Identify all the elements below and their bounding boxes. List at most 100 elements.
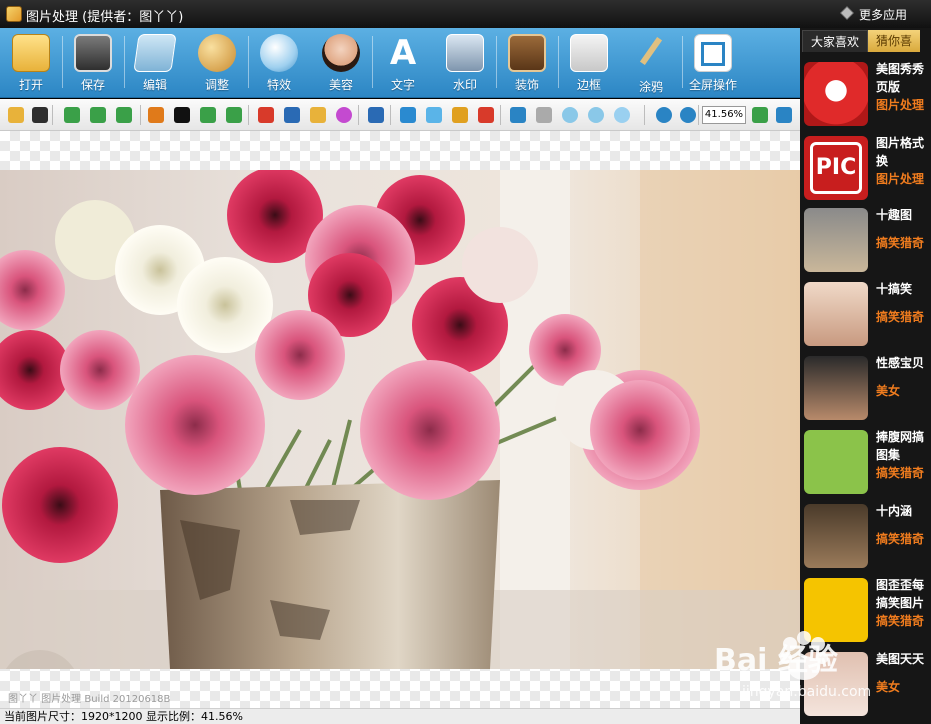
redo-icon[interactable]	[90, 107, 106, 123]
zoom-out-icon[interactable]	[680, 107, 696, 123]
arrow-right-icon[interactable]	[226, 107, 242, 123]
neihan-thumb[interactable]	[804, 504, 868, 568]
refresh-icon[interactable]	[116, 107, 132, 123]
open-small-icon[interactable]	[8, 107, 24, 123]
stamp-icon	[446, 34, 484, 72]
toolbar-button-label: 边框	[576, 78, 601, 92]
app-list-item[interactable]: 十内涵 搞笑猎奇	[800, 500, 931, 572]
app-category[interactable]: 图片处理	[876, 96, 931, 113]
zoom-field[interactable]: 41.56%	[702, 106, 746, 124]
palette-icon	[198, 34, 236, 72]
glass-orb-icon	[260, 34, 298, 72]
toolbar-button-3[interactable]: 调整	[188, 32, 246, 94]
bulb-icon[interactable]	[426, 107, 442, 123]
app-category[interactable]: 搞笑猎奇	[876, 234, 931, 251]
toolbar-button-6[interactable]: A 文字	[374, 32, 432, 94]
glow-icon[interactable]	[614, 107, 630, 123]
crop-icon[interactable]	[174, 107, 190, 123]
app-name[interactable]: 图歪歪每 搞笑图片	[876, 576, 931, 612]
color-wheel-icon[interactable]	[336, 107, 352, 123]
woman-face-icon	[322, 34, 360, 72]
toolbar-button-0[interactable]: 打开	[2, 32, 60, 94]
app-list-item[interactable]: 十搞笑 搞笑猎奇	[800, 278, 931, 350]
app-category[interactable]: 美女	[876, 382, 931, 399]
app-list-item[interactable]: PIC 图片格式换图片处理	[800, 132, 931, 204]
app-name[interactable]: 十内涵	[876, 502, 931, 520]
frame-small-icon[interactable]	[478, 107, 494, 123]
woman-thumb[interactable]	[804, 356, 868, 420]
more-apps-link[interactable]: 更多应用	[859, 6, 907, 23]
fullscreen-small-icon[interactable]	[776, 107, 792, 123]
toolbar-button-11[interactable]: 全屏操作	[684, 32, 742, 94]
toolbar-button-7[interactable]: 水印	[436, 32, 494, 94]
toolbar-button-label: 装饰	[514, 78, 539, 92]
app-name[interactable]: 十搞笑	[876, 280, 931, 298]
cube-icon[interactable]	[840, 6, 854, 20]
toolbar-separator	[682, 36, 683, 88]
color-balance-icon[interactable]	[310, 107, 326, 123]
puzzle-icon[interactable]	[510, 107, 526, 123]
toolbar-button-2[interactable]: 编辑	[126, 32, 184, 94]
crop-box-icon[interactable]	[148, 107, 164, 123]
text-a-icon[interactable]	[368, 107, 384, 123]
levels-icon[interactable]	[400, 107, 416, 123]
app-category[interactable]: 图片处理	[876, 170, 931, 187]
save-small-icon[interactable]	[32, 107, 48, 123]
toolbar-button-label: 全屏操作	[688, 78, 737, 92]
app-name-line: 图歪歪每	[876, 578, 925, 592]
toolbar-button-9[interactable]: 边框	[560, 32, 618, 94]
sparkle-icon[interactable]	[452, 107, 468, 123]
toolbar-button-4[interactable]: 特效	[250, 32, 308, 94]
window-title: 图片处理 (提供者：图丫丫)	[26, 10, 184, 25]
frame-ornament-icon	[508, 34, 546, 72]
app-list-item[interactable]: 十趣图 搞笑猎奇	[800, 204, 931, 276]
toolbar-button-label: 水印	[452, 78, 477, 92]
toolbar-separator	[558, 36, 559, 88]
layers-icon[interactable]	[258, 107, 274, 123]
image-canvas[interactable]: 图丫丫 图片处理 Build 20120618B	[0, 131, 800, 708]
cartoon-thumb[interactable]	[804, 430, 868, 494]
app-name-line: 页版	[876, 80, 901, 94]
app-name[interactable]: 美图秀秀 页版	[876, 60, 931, 96]
app-name-line: 十内涵	[876, 504, 913, 518]
zoom-in-icon[interactable]	[656, 107, 672, 123]
toolbar-button-label: 涂鸦	[638, 80, 663, 94]
toolbar-separator	[496, 36, 497, 88]
blur-drop-icon[interactable]	[562, 107, 578, 123]
rotate-icon[interactable]	[200, 107, 216, 123]
fit-icon[interactable]	[752, 107, 768, 123]
panel-tab-1[interactable]: 猜你喜	[868, 30, 921, 52]
letter-a-icon: A	[389, 33, 417, 73]
toolbar-button-10[interactable]: 涂鸦	[622, 32, 680, 94]
pic-icon[interactable]: PIC	[804, 136, 868, 200]
panel-tab-0[interactable]: 大家喜欢	[802, 30, 869, 52]
sharpen-drop-icon[interactable]	[588, 107, 604, 123]
histogram-icon[interactable]	[284, 107, 300, 123]
cats-thumb[interactable]	[804, 208, 868, 272]
toolbar-button-8[interactable]: 装饰	[498, 32, 556, 94]
finger-thumb[interactable]	[804, 282, 868, 346]
app-category[interactable]: 搞笑猎奇	[876, 308, 931, 325]
app-category[interactable]: 搞笑猎奇	[876, 530, 931, 547]
build-label: 图丫丫 图片处理 Build 20120618B	[8, 694, 171, 705]
subtoolbar-separator	[500, 105, 501, 125]
app-name[interactable]: 性感宝贝	[876, 354, 931, 372]
toolbar-separator	[248, 36, 249, 88]
face-mask-icon[interactable]	[536, 107, 552, 123]
app-list-item[interactable]: 捧腹网搞 图集 搞笑猎奇	[800, 426, 931, 498]
xiu-icon[interactable]	[804, 62, 868, 126]
app-name[interactable]: 图片格式换	[876, 134, 931, 170]
undo-icon[interactable]	[64, 107, 80, 123]
paint-brush-icon	[632, 36, 670, 74]
app-list-item[interactable]: 美图秀秀 页版 图片处理	[800, 58, 931, 130]
toolbar-button-label: 特效	[266, 78, 291, 92]
watermark-text: Bai 经验	[714, 643, 838, 678]
app-list-item[interactable]: 性感宝贝 美女	[800, 352, 931, 424]
app-category[interactable]: 搞笑猎奇	[876, 464, 931, 481]
app-name[interactable]: 捧腹网搞 图集	[876, 428, 931, 464]
toolbar-button-5[interactable]: 美容	[312, 32, 370, 94]
toolbar-button-1[interactable]: 保存	[64, 32, 122, 94]
app-name-line: 搞笑图片	[876, 596, 925, 610]
app-name[interactable]: 十趣图	[876, 206, 931, 224]
recommend-panel: 大家喜欢 猜你喜 美图秀秀 页版 图片处理 PIC 图片格式换图片处理 十趣图 搞笑猎奇 十搞笑…	[800, 28, 931, 724]
